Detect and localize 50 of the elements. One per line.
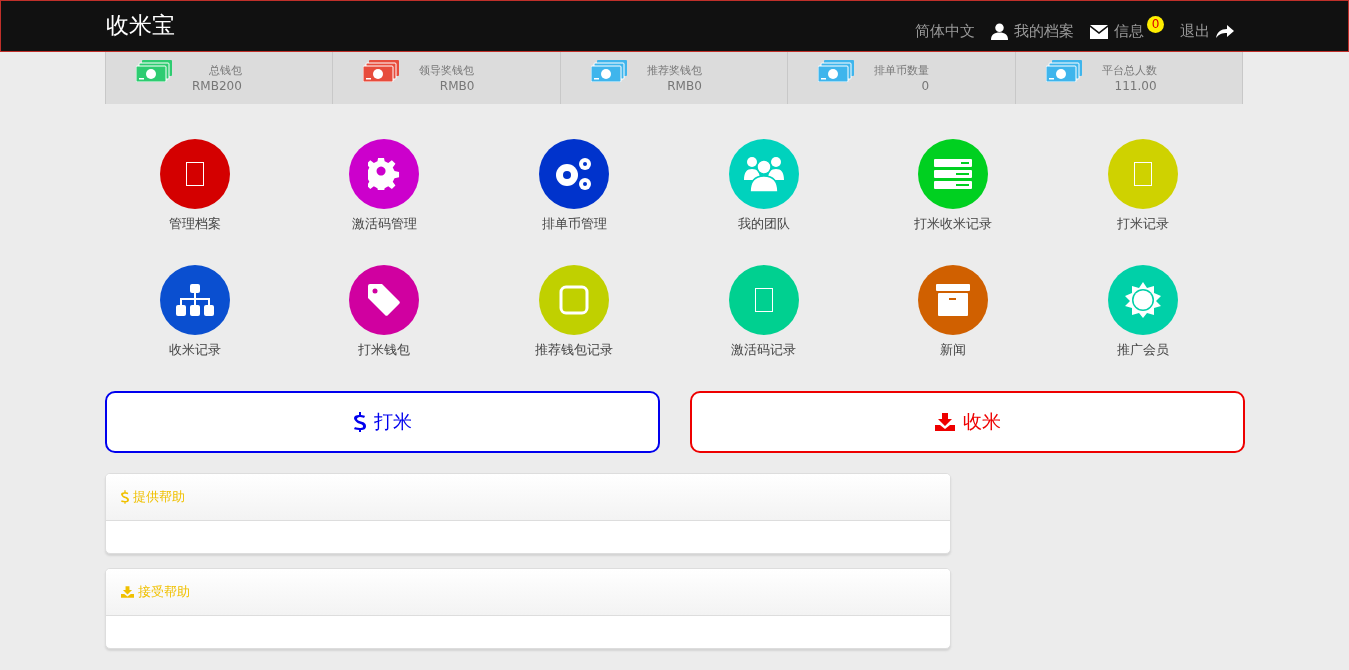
panel-title: 提供帮助 <box>133 488 185 506</box>
menu-tile-label[interactable]: 打米记录 <box>1117 215 1170 233</box>
nav-link[interactable]: 退出 <box>1180 14 1234 41</box>
menu-tile-label[interactable]: 排单币管理 <box>541 215 607 233</box>
menu-tile-label[interactable]: 推荐钱包记录 <box>535 341 614 359</box>
user-icon <box>991 23 1008 40</box>
nav-link[interactable]: 信息 0 <box>1090 14 1164 41</box>
wallet-value: 0 <box>921 79 930 93</box>
menu-tile-label[interactable]: 推广会员 <box>1117 341 1170 359</box>
tag-icon <box>368 284 401 316</box>
menu-tile-label[interactable]: 我的团队 <box>737 215 790 233</box>
share-arrow-icon <box>1216 24 1234 39</box>
nav-link[interactable]: 简体中文 <box>915 14 975 41</box>
menu-tile-label[interactable]: 管理档案 <box>168 215 221 233</box>
sitemap-icon <box>175 284 214 316</box>
wallet-value: 111.00 <box>1114 79 1157 93</box>
menu-tile-label[interactable]: 激活码记录 <box>731 341 797 359</box>
download-icon <box>934 413 955 431</box>
dollar-icon <box>353 412 366 432</box>
brand-title[interactable]: 收米宝 <box>106 1 175 51</box>
archive-box-icon <box>936 284 971 316</box>
server-icon <box>934 159 973 189</box>
rectangle-icon <box>185 162 204 186</box>
sun-icon <box>1125 282 1162 318</box>
menu-tile-label[interactable]: 激活码管理 <box>352 215 417 233</box>
menu-tile-label[interactable]: 新闻 <box>940 341 967 359</box>
nav-link[interactable]: 我的档案 <box>991 14 1074 41</box>
wallet-label: 领导奖钱包 <box>419 63 475 78</box>
wallet-label: 总钱包 <box>208 63 242 78</box>
panel-title: 接受帮助 <box>138 583 190 601</box>
rectangle-icon <box>754 288 773 312</box>
action-button[interactable]: 收米 <box>690 391 1245 453</box>
wallet-value: RMB200 <box>192 79 242 93</box>
wallet-label: 排单币数量 <box>874 63 930 78</box>
menu-tile-label[interactable]: 打米收米记录 <box>914 215 993 233</box>
wallet-value: RMB0 <box>667 79 702 93</box>
menu-tile-label[interactable]: 收米记录 <box>168 341 221 359</box>
users-icon <box>743 156 784 192</box>
envelope-icon <box>1090 24 1108 39</box>
square-icon <box>559 285 590 315</box>
download-icon <box>121 586 134 598</box>
wallet-value: RMB0 <box>439 79 475 93</box>
wallet-label: 推荐奖钱包 <box>646 63 702 78</box>
rectangle-icon <box>1134 162 1153 186</box>
gear-icon <box>368 158 401 190</box>
dollar-icon <box>121 490 129 504</box>
count-badge: 0 <box>1147 16 1164 33</box>
menu-tile-label[interactable]: 打米钱包 <box>358 341 411 359</box>
action-button[interactable]: 打米 <box>105 391 660 453</box>
wallet-label: 平台总人数 <box>1101 63 1157 78</box>
